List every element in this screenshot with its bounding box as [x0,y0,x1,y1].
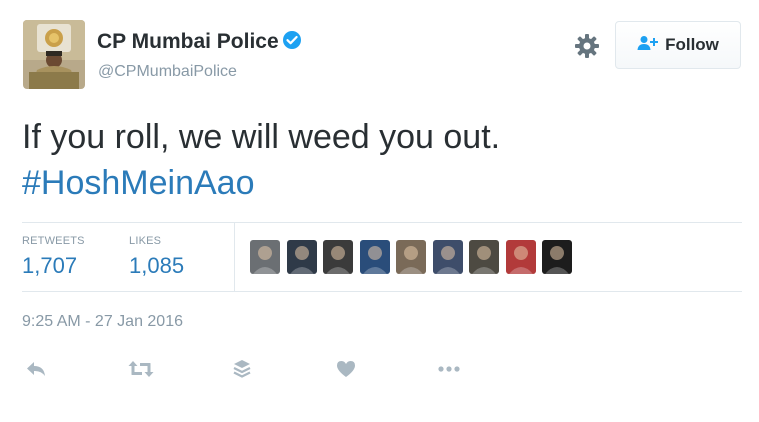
author-name[interactable]: CP Mumbai Police [97,30,302,56]
liker-2-avatar[interactable] [286,240,317,274]
reply-icon[interactable] [23,358,49,380]
verified-badge-icon [282,30,302,56]
author-handle[interactable]: @CPMumbaiPolice [98,63,237,81]
heart-icon[interactable] [333,358,359,380]
author-avatar[interactable] [23,20,85,89]
stats-divider-bottom [22,291,742,292]
stack-icon[interactable] [229,358,255,380]
gear-icon[interactable] [574,33,600,59]
add-user-icon [637,35,659,56]
retweet-icon[interactable] [128,358,154,380]
stats-divider-top [22,222,742,223]
liker-3-avatar[interactable] [323,240,353,274]
tweet-timestamp[interactable]: 9:25 AM - 27 Jan 2016 [22,313,183,331]
retweets-label: RETWEETS [22,235,85,247]
liker-9-avatar[interactable] [542,240,572,274]
liker-4-avatar[interactable] [359,240,390,274]
liker-8-avatar[interactable] [505,240,536,274]
tweet-card: CP Mumbai Police @CPMumbaiPolice Follow … [0,0,759,422]
follow-button[interactable]: Follow [615,21,741,69]
hashtag-link[interactable]: #HoshMeinAao [22,161,254,205]
tweet-text: If you roll, we will weed you out. [22,118,501,156]
liker-1-avatar[interactable] [250,240,280,274]
likes-label: LIKES [129,235,162,247]
police-officer-avatar-icon [23,20,85,89]
stats-divider-vertical [234,222,235,291]
follow-button-label: Follow [665,35,719,54]
liker-7-avatar[interactable] [469,240,499,274]
liker-5-avatar[interactable] [396,240,426,274]
more-icon[interactable] [436,358,462,380]
liker-6-avatar[interactable] [432,240,463,274]
retweets-count[interactable]: 1,707 [22,253,77,279]
likes-count[interactable]: 1,085 [129,253,184,279]
author-name-text: CP Mumbai Police [97,30,279,53]
